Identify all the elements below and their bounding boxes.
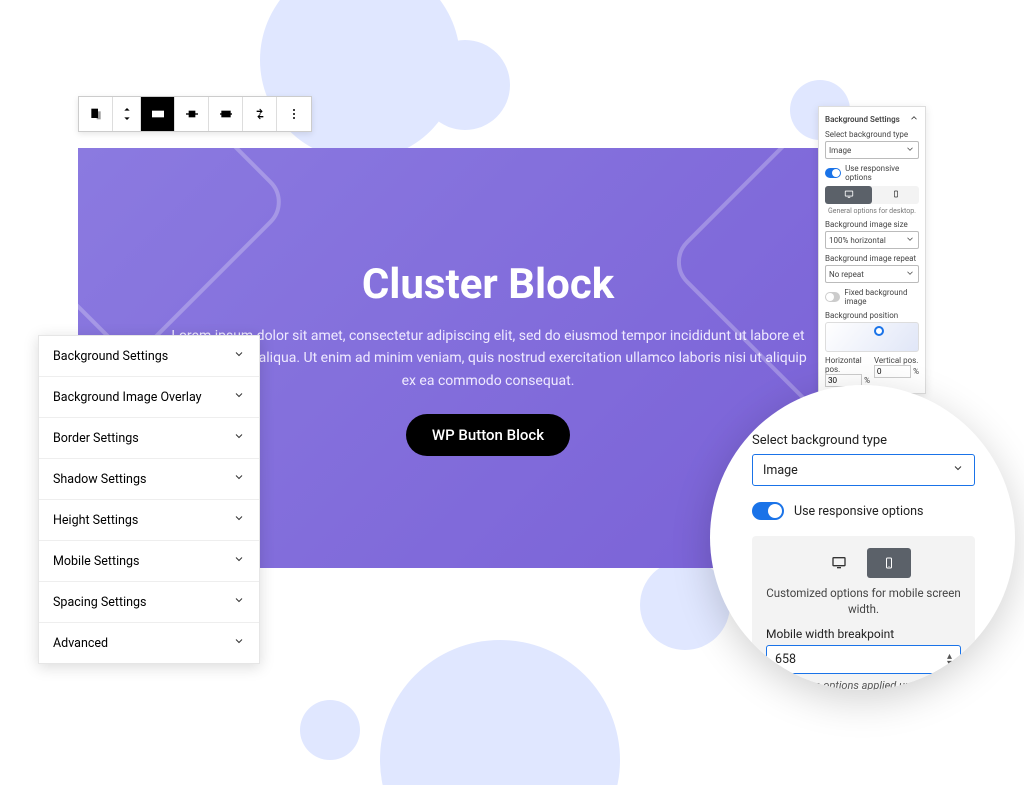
align-full-button[interactable] xyxy=(141,97,175,131)
accordion-spacing-settings[interactable]: Spacing Settings xyxy=(39,582,259,623)
stepper-icon[interactable]: ▴▾ xyxy=(947,653,952,667)
mag-breakpoint-label: Mobile width breakpoint xyxy=(766,627,961,641)
bg-position-label: Background position xyxy=(825,311,919,320)
accordion-border-settings[interactable]: Border Settings xyxy=(39,418,259,459)
decor-blob xyxy=(380,640,620,785)
chevron-up-icon[interactable] xyxy=(909,113,919,125)
chevron-down-icon xyxy=(233,430,245,446)
chevron-down-icon xyxy=(233,512,245,528)
decor-blob xyxy=(300,700,360,760)
accordion-label: Height Settings xyxy=(53,513,138,528)
select-bg-type[interactable]: Image xyxy=(825,141,919,159)
mag-tab-box: Customized options for mobile screen wid… xyxy=(752,536,975,690)
vpos-label: Vertical pos. xyxy=(874,356,919,365)
accordion-label: Advanced xyxy=(53,636,108,651)
accordion-label: Shadow Settings xyxy=(53,472,146,487)
bg-size-value: 100% horizontal xyxy=(829,236,886,245)
mag-hint: Responsive options applied under screen … xyxy=(766,679,961,690)
bg-repeat-select[interactable]: No repeat xyxy=(825,265,919,283)
fixed-bg-label: Fixed background image xyxy=(844,288,919,306)
accordion-background-settings[interactable]: Background Settings xyxy=(39,336,259,377)
mag-mobile-tab[interactable] xyxy=(867,548,911,578)
vpos-input[interactable] xyxy=(874,365,911,378)
align-center-button[interactable] xyxy=(175,97,209,131)
background-settings-panel: Background Settings Select background ty… xyxy=(818,106,926,394)
bg-position-picker[interactable] xyxy=(825,322,919,352)
accordion-mobile-settings[interactable]: Mobile Settings xyxy=(39,541,259,582)
chevron-down-icon xyxy=(905,144,915,156)
move-handle[interactable] xyxy=(113,97,141,131)
mag-desktop-tab[interactable] xyxy=(817,548,861,578)
accordion-shadow-settings[interactable]: Shadow Settings xyxy=(39,459,259,500)
accordion-height-settings[interactable]: Height Settings xyxy=(39,500,259,541)
mag-select-label: Select background type xyxy=(752,433,975,448)
chevron-down-icon xyxy=(233,553,245,569)
accordion-label: Background Image Overlay xyxy=(53,390,202,405)
chevron-down-icon xyxy=(952,462,964,478)
fixed-bg-toggle[interactable] xyxy=(825,292,840,302)
accordion-label: Mobile Settings xyxy=(53,554,140,569)
cluster-text: Lorem ipsum dolor sit amet, consectetur … xyxy=(168,325,808,392)
chevron-down-icon xyxy=(233,594,245,610)
mobile-tab[interactable] xyxy=(872,186,919,204)
mag-tab-note: Customized options for mobile screen wid… xyxy=(766,586,961,617)
position-handle[interactable] xyxy=(874,326,884,336)
block-toolbar xyxy=(78,96,312,132)
chevron-down-icon xyxy=(233,348,245,364)
block-type-button[interactable] xyxy=(79,97,113,131)
mag-bg-type-value: Image xyxy=(763,463,798,478)
accordion-label: Spacing Settings xyxy=(53,595,147,610)
accordion-label: Background Settings xyxy=(53,349,168,364)
mag-bg-type-select[interactable]: Image xyxy=(752,454,975,486)
more-options-button[interactable] xyxy=(277,97,311,131)
mag-breakpoint-value: 658 xyxy=(775,652,796,667)
bg-size-label: Background image size xyxy=(825,220,919,229)
accordion-label: Border Settings xyxy=(53,431,139,446)
tab-note: General options for desktop. xyxy=(825,207,919,215)
chevron-down-icon xyxy=(905,268,915,280)
responsive-label: Use responsive options xyxy=(845,164,919,182)
accordion-background-overlay[interactable]: Background Image Overlay xyxy=(39,377,259,418)
chevron-down-icon xyxy=(233,389,245,405)
hpos-label: Horizontal pos. xyxy=(825,356,870,374)
panel-title: Background Settings xyxy=(825,115,900,124)
settings-accordion: Background Settings Background Image Ove… xyxy=(38,335,260,664)
select-bg-value: Image xyxy=(829,146,851,155)
accordion-advanced[interactable]: Advanced xyxy=(39,623,259,663)
pct-label: % xyxy=(913,367,919,376)
bg-repeat-value: No repeat xyxy=(829,270,864,279)
cluster-title: Cluster Block xyxy=(362,260,614,309)
responsive-toggle[interactable] xyxy=(825,168,841,178)
desktop-tab[interactable] xyxy=(825,186,872,204)
chevron-down-icon xyxy=(233,635,245,651)
chevron-down-icon xyxy=(905,234,915,246)
wp-button[interactable]: WP Button Block xyxy=(406,414,570,456)
bg-repeat-label: Background image repeat xyxy=(825,254,919,263)
decor-blob xyxy=(420,40,510,130)
magnified-settings: Select background type Image Use respons… xyxy=(710,385,1015,690)
mag-responsive-toggle[interactable] xyxy=(752,502,784,520)
transform-button[interactable] xyxy=(243,97,277,131)
bg-size-select[interactable]: 100% horizontal xyxy=(825,231,919,249)
pct-label: % xyxy=(864,376,870,385)
select-bg-type-label: Select background type xyxy=(825,130,919,139)
align-wide-button[interactable] xyxy=(209,97,243,131)
mag-breakpoint-input[interactable]: 658 ▴▾ xyxy=(766,645,961,674)
chevron-down-icon xyxy=(233,471,245,487)
mag-responsive-label: Use responsive options xyxy=(794,504,924,519)
